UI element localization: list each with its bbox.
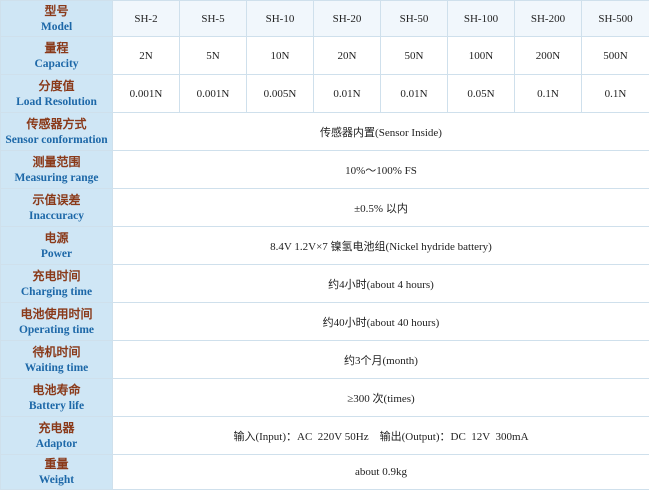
label-en: Charging time [20, 285, 93, 298]
weight-value: about 0.9kg [112, 454, 649, 490]
capacity-cell: 200N [514, 36, 582, 75]
label-en: Inaccuracy [29, 209, 84, 222]
label-en: Capacity [34, 57, 79, 70]
row-label-resolution: 分度值 Load Resolution [0, 74, 113, 113]
range-value: 10%～100% FS [112, 150, 649, 189]
operating-value: 约40小时(about 40 hours) [112, 302, 649, 341]
label-cn: 重量 [44, 457, 69, 471]
row-label-operating: 电池使用时间 Operating time [0, 302, 113, 341]
power-value: 8.4V 1.2V×7 镍氢电池组(Nickel hydride battery… [112, 226, 649, 265]
label-en: Load Resolution [16, 95, 97, 108]
model-cell: SH-200 [514, 0, 582, 37]
label-en: Sensor conformation [5, 133, 108, 146]
row-charging: 充电时间 Charging time 约4小时(about 4 hours) [0, 264, 649, 303]
label-cn: 待机时间 [32, 344, 81, 359]
label-en: Operating time [18, 323, 95, 336]
label-cn: 电池寿命 [32, 382, 81, 397]
label-cn: 测量范围 [32, 154, 81, 169]
row-accuracy: 示值误差 Inaccuracy ±0.5% 以内 [0, 188, 649, 227]
specification-table: 型号 Model SH-2 SH-5 SH-10 SH-20 SH-50 SH-1… [0, 0, 649, 490]
accuracy-value: ±0.5% 以内 [112, 188, 649, 227]
label-en: Battery life [28, 399, 85, 412]
row-label-adaptor: 充电器 Adaptor [0, 416, 113, 455]
label-en: Measuring range [14, 171, 99, 184]
adaptor-value: 输入(Input)：AC 220V 50Hz 输出(Output)：DC 12V… [112, 416, 649, 455]
capacity-cell: 100N [447, 36, 515, 75]
label-cn: 量程 [44, 40, 69, 55]
label-cn: 分度值 [38, 78, 75, 93]
label-cn: 电池使用时间 [20, 306, 93, 321]
charging-value: 约4小时(about 4 hours) [112, 264, 649, 303]
row-label-charging: 充电时间 Charging time [0, 264, 113, 303]
resolution-cell: 0.05N [447, 74, 515, 113]
row-label-range: 测量范围 Measuring range [0, 150, 113, 189]
row-label-model: 型号 Model [0, 0, 113, 37]
row-resolution: 分度值 Load Resolution 0.001N 0.001N 0.005N … [0, 74, 649, 113]
capacity-cell: 20N [313, 36, 381, 75]
row-label-accuracy: 示值误差 Inaccuracy [0, 188, 113, 227]
label-cn: 充电器 [38, 420, 75, 435]
row-operating: 电池使用时间 Operating time 约40小时(about 40 hour… [0, 302, 649, 341]
row-sensor: 传感器方式 Sensor conformation 传感器内置(Sensor In… [0, 112, 649, 151]
row-label-weight: 重量 Weight [0, 454, 113, 490]
row-label-waiting: 待机时间 Waiting time [0, 340, 113, 379]
capacity-cell: 5N [179, 36, 247, 75]
battery-value: ≥300 次(times) [112, 378, 649, 417]
capacity-cell: 50N [380, 36, 448, 75]
row-adaptor: 充电器 Adaptor 输入(Input)：AC 220V 50Hz 输出(Out… [0, 416, 649, 455]
row-model: 型号 Model SH-2 SH-5 SH-10 SH-20 SH-50 SH-1… [0, 0, 649, 37]
row-battery: 电池寿命 Battery life ≥300 次(times) [0, 378, 649, 417]
capacity-cell: 10N [246, 36, 314, 75]
label-cn: 示值误差 [32, 192, 81, 207]
row-label-battery: 电池寿命 Battery life [0, 378, 113, 417]
capacity-cell: 2N [112, 36, 180, 75]
resolution-cell: 0.005N [246, 74, 314, 113]
sensor-value: 传感器内置(Sensor Inside) [112, 112, 649, 151]
label-en: Waiting time [24, 361, 89, 374]
resolution-cell: 0.01N [380, 74, 448, 113]
waiting-value: 约3个月(month) [112, 340, 649, 379]
label-cn: 电源 [44, 230, 69, 245]
resolution-cell: 0.01N [313, 74, 381, 113]
row-weight: 重量 Weight about 0.9kg [0, 454, 649, 490]
model-cell: SH-5 [179, 0, 247, 37]
capacity-cell: 500N [581, 36, 649, 75]
resolution-cell: 0.1N [514, 74, 582, 113]
row-capacity: 量程 Capacity 2N 5N 10N 20N 50N 100N 200N 5… [0, 36, 649, 75]
row-label-capacity: 量程 Capacity [0, 36, 113, 75]
model-cell: SH-50 [380, 0, 448, 37]
label-cn: 传感器方式 [26, 116, 87, 131]
label-en: Power [40, 247, 73, 260]
row-label-sensor: 传感器方式 Sensor conformation [0, 112, 113, 151]
resolution-cell: 0.001N [112, 74, 180, 113]
label-en: Weight [38, 474, 75, 486]
label-en: Model [40, 20, 73, 33]
label-cn: 型号 [44, 3, 69, 18]
row-label-power: 电源 Power [0, 226, 113, 265]
row-power: 电源 Power 8.4V 1.2V×7 镍氢电池组(Nickel hydride… [0, 226, 649, 265]
model-cell: SH-2 [112, 0, 180, 37]
model-cell: SH-10 [246, 0, 314, 37]
row-waiting: 待机时间 Waiting time 约3个月(month) [0, 340, 649, 379]
model-cell: SH-500 [581, 0, 649, 37]
resolution-cell: 0.001N [179, 74, 247, 113]
model-cell: SH-100 [447, 0, 515, 37]
resolution-cell: 0.1N [581, 74, 649, 113]
label-cn: 充电时间 [32, 268, 81, 283]
row-range: 测量范围 Measuring range 10%～100% FS [0, 150, 649, 189]
model-cell: SH-20 [313, 0, 381, 37]
label-en: Adaptor [35, 437, 78, 450]
